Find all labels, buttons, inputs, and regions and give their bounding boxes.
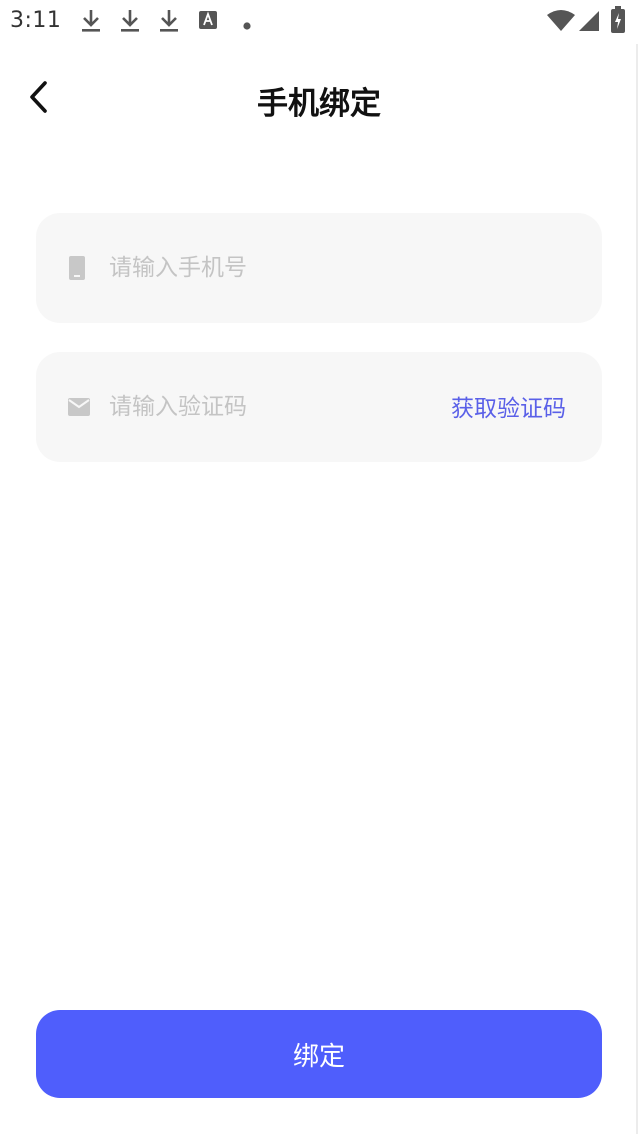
phone-input[interactable] xyxy=(109,247,409,289)
text-a-icon xyxy=(198,10,218,36)
bind-button[interactable]: 绑定 xyxy=(36,1010,602,1098)
get-code-button[interactable]: 获取验证码 xyxy=(451,389,566,423)
phone-icon xyxy=(68,256,86,284)
phone-binding-screen: 3:11 手机绑定 请输入手机号 请输入验证码 获取验证码 绑定 xyxy=(0,0,638,1134)
wifi-icon xyxy=(546,10,576,36)
verification-code-field[interactable]: 获取验证码 xyxy=(36,352,602,462)
battery-charging-icon xyxy=(610,6,626,38)
download-icon xyxy=(80,8,102,38)
download-icon xyxy=(158,8,180,38)
signal-icon xyxy=(578,10,600,36)
status-time: 3:11 xyxy=(10,8,62,33)
header: 手机绑定 xyxy=(0,60,638,134)
verification-code-input[interactable] xyxy=(109,386,409,428)
page-title: 手机绑定 xyxy=(257,86,381,122)
mail-icon xyxy=(68,398,90,420)
phone-field[interactable] xyxy=(36,213,602,323)
status-bar: 3:11 xyxy=(0,0,638,44)
dot-icon xyxy=(242,16,252,35)
download-icon xyxy=(119,8,141,38)
